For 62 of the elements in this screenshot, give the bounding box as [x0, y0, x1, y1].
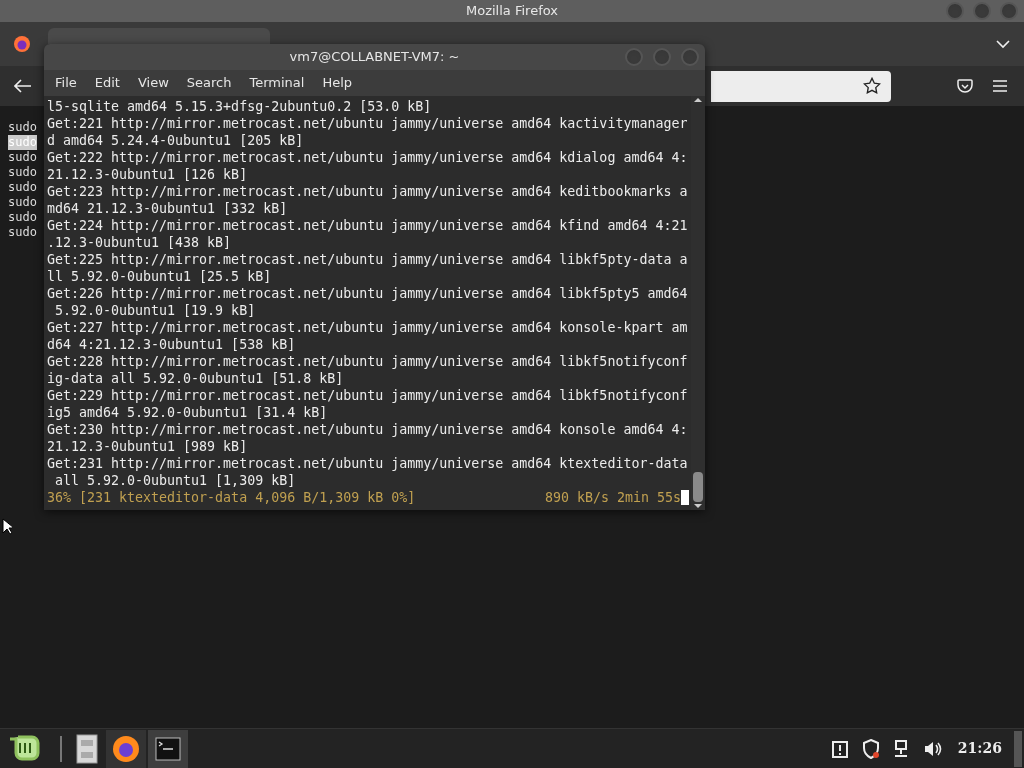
menu-item[interactable]: Search [177, 73, 241, 93]
terminal-line: l5-sqlite amd64 5.15.3+dfsg-2ubuntu0.2 [53.0 kB] [47, 98, 432, 115]
code-line: sudo [8, 120, 37, 135]
scroll-thumb[interactable] [693, 472, 703, 502]
back-arrow-icon[interactable] [14, 79, 32, 93]
terminal-line: Get:227 http://mirror.metrocast.net/ubuntu jammy/universe amd64 konsole-kpart am [47, 319, 688, 336]
code-line: sudo [8, 165, 37, 180]
chevron-down-icon[interactable] [996, 39, 1010, 49]
terminal-line: d64 4:21.12.3-0ubuntu1 [538 kB] [47, 336, 296, 353]
terminal-line: md64 21.12.3-0ubuntu1 [332 kB] [47, 200, 288, 217]
terminal-line: 5.92.0-0ubuntu1 [19.9 kB] [54, 302, 256, 319]
menu-item[interactable]: File [46, 73, 86, 93]
window-title: Mozilla Firefox [466, 2, 558, 21]
terminal-line: Get:221 http://mirror.metrocast.net/ubuntu jammy/universe amd64 kactivitymanager [47, 115, 688, 132]
menu-icon[interactable] [993, 80, 1007, 92]
terminal-line: Get:223 http://mirror.metrocast.net/ubuntu jammy/universe amd64 keditbookmarks a [47, 183, 688, 200]
code-line: sudo [8, 225, 37, 240]
mint-logo-icon[interactable] [8, 734, 40, 763]
browser-logo-icon[interactable] [13, 35, 31, 53]
menu-item[interactable]: Terminal [240, 73, 314, 93]
menu-item[interactable]: Edit [85, 73, 129, 93]
mouse-pointer-icon [2, 518, 12, 535]
volume-icon[interactable] [923, 740, 942, 757]
window-title: vm7@COLLABNET-VM7: ~ [289, 48, 460, 67]
terminal-line: Get:224 http://mirror.metrocast.net/ubuntu jammy/universe amd64 kfind amd64 4:21 [47, 217, 688, 234]
terminal-line: Get:222 http://mirror.metrocast.net/ubuntu jammy/universe amd64 kdialog amd64 4: [47, 149, 688, 166]
file-cabinet-icon[interactable] [76, 733, 98, 764]
clipboard-alert-icon[interactable] [831, 739, 848, 758]
terminal-line: Get:228 http://mirror.metrocast.net/ubuntu jammy/universe amd64 libkf5notifyconf [47, 353, 688, 370]
menu-item[interactable]: View [128, 73, 178, 93]
terminal-icon [155, 736, 181, 761]
browser-logo-icon [111, 733, 141, 764]
taskbar-item[interactable] [106, 729, 146, 768]
shield-icon[interactable] [861, 738, 880, 759]
progress-status: 36% [231 ktexteditor-data 4,096 B/1,309 kB 0%] [47, 489, 416, 506]
terminal-line: 21.12.3-0ubuntu1 [989 kB] [47, 438, 248, 455]
terminal-line: all 5.92.0-0ubuntu1 [1,309 kB] [54, 472, 296, 489]
star-icon[interactable] [863, 77, 881, 95]
terminal-line: d amd64 5.24.4-0ubuntu1 [205 kB] [47, 132, 304, 149]
download-rate: 890 kB/s 2min 55s [544, 489, 681, 506]
code-line: sudo [8, 210, 37, 225]
terminal-line: ig-data all 5.92.0-0ubuntu1 [51.8 kB] [47, 370, 344, 387]
terminal-line: ig5 amd64 5.92.0-0ubuntu1 [31.4 kB] [47, 404, 328, 421]
terminal-line: ll 5.92.0-0ubuntu1 [25.5 kB] [47, 268, 272, 285]
terminal-line: Get:230 http://mirror.metrocast.net/ubuntu jammy/universe amd64 konsole amd64 4: [47, 421, 688, 438]
terminal-line: Get:225 http://mirror.metrocast.net/ubuntu jammy/universe amd64 libkf5pty-data a [47, 251, 688, 268]
terminal-line: Get:226 http://mirror.metrocast.net/ubuntu jammy/universe amd64 libkf5pty5 amd64 [47, 285, 688, 302]
cursor [681, 490, 689, 505]
taskbar-item[interactable] [148, 729, 188, 768]
terminal-line: 21.12.3-0ubuntu1 [126 kB] [47, 166, 248, 183]
address-field[interactable] [711, 70, 891, 102]
network-icon[interactable] [893, 739, 908, 758]
clock[interactable]: 21:26 [957, 738, 1002, 759]
menu-item[interactable]: Help [313, 73, 362, 93]
pocket-icon[interactable] [957, 78, 973, 94]
code-line: sudo [8, 150, 37, 165]
code-line: sudo [8, 195, 37, 210]
terminal-line: Get:231 http://mirror.metrocast.net/ubuntu jammy/universe amd64 ktexteditor-data [47, 455, 688, 472]
code-line: sudo [8, 180, 37, 195]
terminal-line: .12.3-0ubuntu1 [438 kB] [47, 234, 232, 251]
terminal-line: Get:229 http://mirror.metrocast.net/ubuntu jammy/universe amd64 libkf5notifyconf [47, 387, 688, 404]
scrollbar[interactable] [691, 96, 705, 510]
